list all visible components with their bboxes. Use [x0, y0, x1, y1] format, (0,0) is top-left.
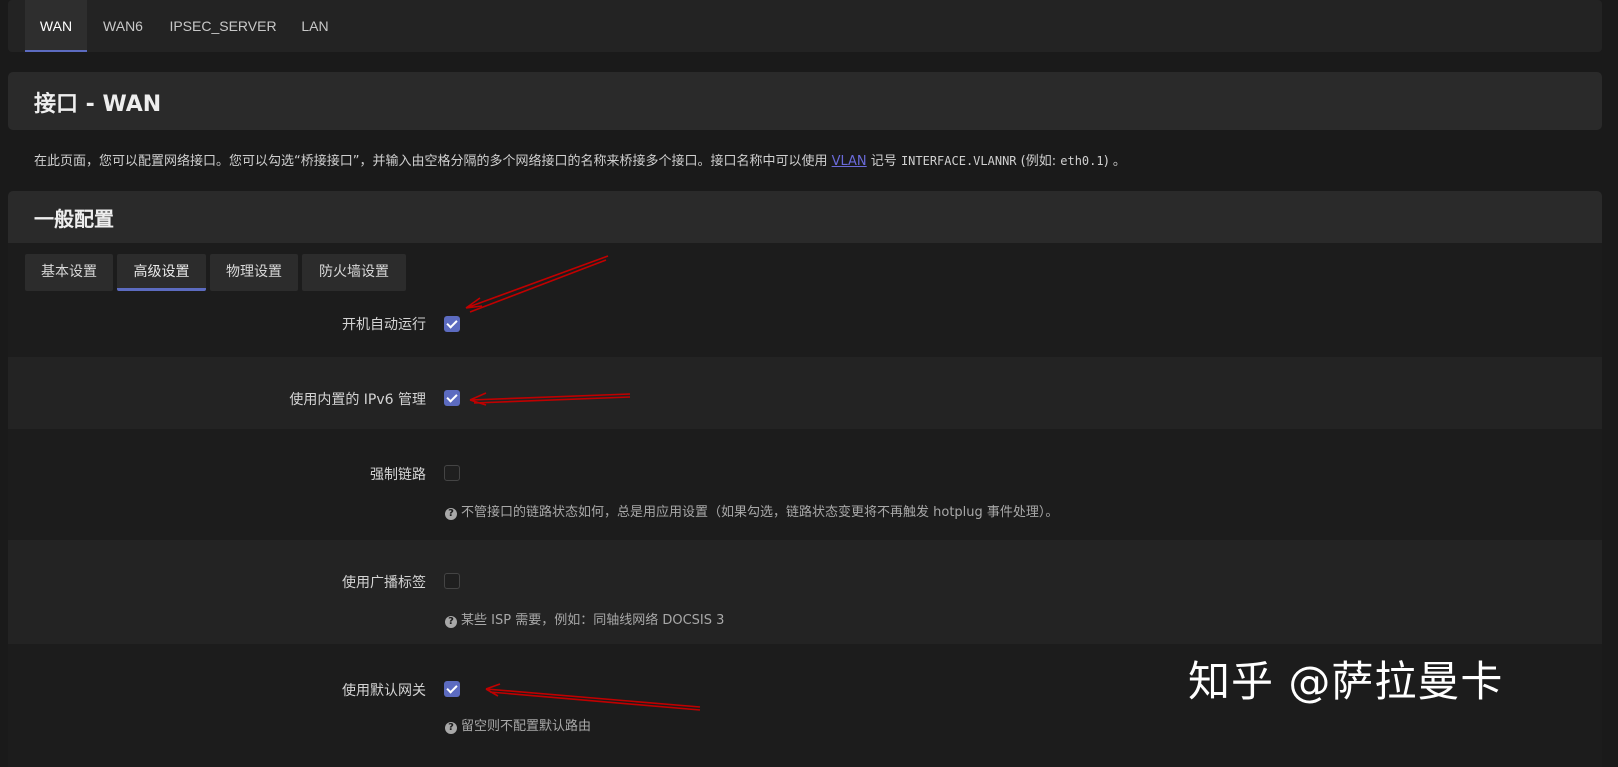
option-row-force-link: 强制链路 ? 不管接口的链路状态如何，总是用应用设置（如果勾选，链路状态变更将不再…: [8, 429, 1602, 539]
description-text: 在此页面，您可以配置网络接口。您可以勾选“桥接接口”，并输入由空格分隔的多个网络…: [34, 154, 832, 169]
option-label-broadcast-flag: 使用广播标签: [342, 575, 426, 591]
option-row-ipv6: 使用内置的 IPv6 管理: [8, 357, 1602, 429]
page-title-box: 接口 - WAN: [8, 72, 1602, 130]
checkbox-force-link[interactable]: [444, 465, 460, 481]
subtab-physical[interactable]: 物理设置: [210, 254, 298, 291]
hint-broadcast-flag: ? 某些 ISP 需要，例如：同轴线网络 DOCSIS 3: [445, 609, 724, 628]
subtab-basic[interactable]: 基本设置: [25, 254, 113, 291]
section-header: 一般配置: [8, 191, 1602, 243]
checkbox-default-gateway[interactable]: [444, 681, 460, 697]
tab-lan[interactable]: LAN: [294, 0, 336, 52]
option-row-broadcast-flag: 使用广播标签 ? 某些 ISP 需要，例如：同轴线网络 DOCSIS 3: [8, 540, 1602, 644]
option-row-autostart: 开机自动运行: [8, 298, 1602, 355]
checkbox-broadcast-flag[interactable]: [444, 573, 460, 589]
description-middle2: (例如:: [1016, 154, 1061, 169]
checkbox-autostart[interactable]: [444, 316, 460, 332]
description-middle: 记号: [866, 154, 901, 169]
section-title: 一般配置: [34, 207, 114, 231]
page: WAN WAN6 IPSEC_SERVER LAN 接口 - WAN 在此页面，…: [0, 0, 1618, 767]
hint-default-gateway: ? 留空则不配置默认路由: [445, 715, 591, 734]
page-description: 在此页面，您可以配置网络接口。您可以勾选“桥接接口”，并输入由空格分隔的多个网络…: [34, 150, 1126, 169]
option-label-default-gateway: 使用默认网关: [342, 683, 426, 699]
subtab-firewall[interactable]: 防火墙设置: [302, 254, 406, 291]
help-icon: ?: [445, 616, 457, 628]
tab-wan6[interactable]: WAN6: [96, 0, 150, 52]
tab-wan[interactable]: WAN: [25, 0, 87, 52]
watermark: 知乎 @萨拉曼卡: [1188, 657, 1504, 706]
help-icon: ?: [445, 722, 457, 734]
checkbox-ipv6[interactable]: [444, 390, 460, 406]
hint-default-gateway-text: 留空则不配置默认路由: [461, 719, 592, 734]
option-label-force-link: 强制链路: [370, 467, 426, 483]
subtab-advanced[interactable]: 高级设置: [117, 254, 206, 291]
page-title: 接口 - WAN: [34, 92, 162, 117]
interface-tab-bar: WAN WAN6 IPSEC_SERVER LAN: [8, 0, 1602, 52]
description-code-vlan: INTERFACE.VLANNR: [900, 154, 1017, 168]
vlan-link[interactable]: VLAN: [832, 154, 867, 169]
option-label-autostart: 开机自动运行: [342, 317, 426, 333]
help-icon: ?: [445, 508, 457, 520]
option-label-ipv6: 使用内置的 IPv6 管理: [289, 392, 426, 408]
hint-force-link: ? 不管接口的链路状态如何，总是用应用设置（如果勾选，链路状态变更将不再触发 ho…: [445, 501, 1058, 520]
hint-force-link-text: 不管接口的链路状态如何，总是用应用设置（如果勾选，链路状态变更将不再触发 hot…: [461, 505, 1059, 520]
description-end: ) 。: [1103, 154, 1126, 169]
tab-ipsec-server[interactable]: IPSEC_SERVER: [168, 0, 278, 52]
hint-broadcast-flag-text: 某些 ISP 需要，例如：同轴线网络 DOCSIS 3: [461, 613, 725, 628]
description-code-example: eth0.1: [1060, 154, 1104, 168]
